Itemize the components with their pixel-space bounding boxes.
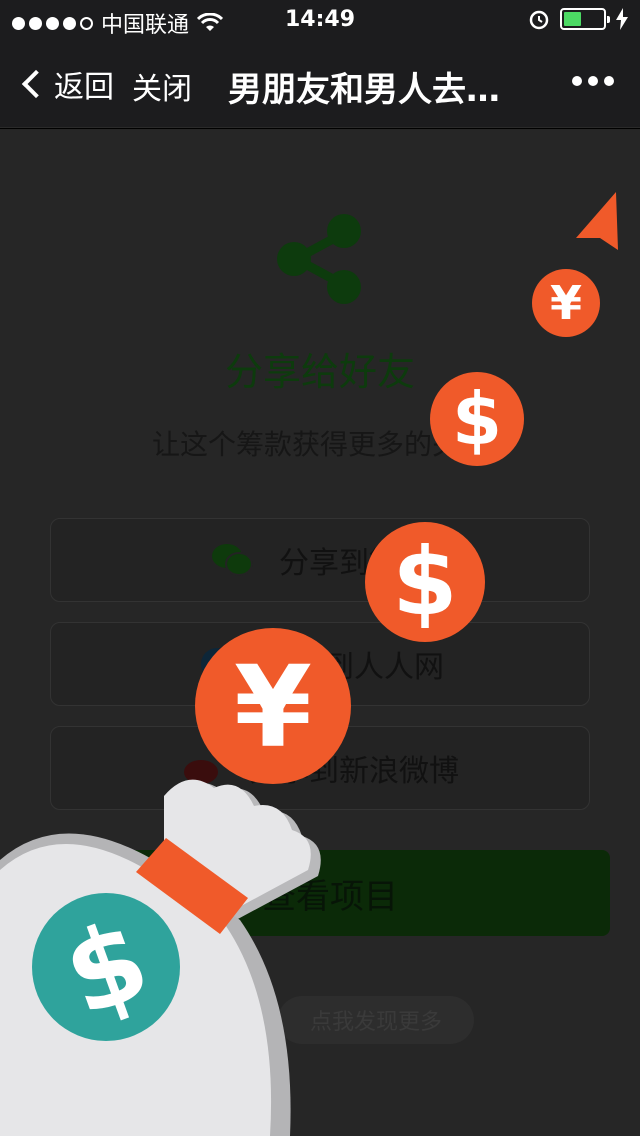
share-subtitle: 让这个筹款获得更多的关注 — [151, 428, 488, 461]
share-renren-button[interactable]: 分享到人人网 — [50, 622, 590, 706]
share-icon — [277, 214, 361, 304]
share-option-label: 分享到微信 — [279, 546, 429, 581]
share-weibo-button[interactable]: 分享到新浪微博 — [50, 726, 590, 810]
nav-bar: 返回 关闭 男朋友和男人去… — [0, 40, 640, 128]
share-option-label: 分享到人人网 — [264, 650, 444, 685]
wechat-icon — [212, 544, 253, 576]
back-button[interactable]: 返回 — [18, 62, 114, 106]
close-button[interactable]: 关闭 — [132, 64, 192, 108]
chevron-left-icon — [21, 69, 51, 99]
share-option-label: 分享到新浪微博 — [249, 754, 459, 789]
back-label: 返回 — [54, 70, 114, 105]
alarm-icon — [529, 10, 549, 30]
charging-bolt-icon — [616, 8, 628, 30]
battery-icon — [560, 8, 610, 30]
view-project-button[interactable]: 查看项目 — [50, 850, 610, 936]
weibo-icon — [184, 760, 218, 784]
share-panel: 分享给好友 让这个筹款获得更多的关注 分享到微信 分享到人人网 分享到新浪微博 … — [0, 129, 640, 1136]
share-title: 分享给好友 — [224, 350, 415, 394]
discover-more-button[interactable]: 点我发现更多 — [278, 996, 474, 1044]
renren-icon — [201, 648, 233, 680]
page-title: 男朋友和男人去… — [228, 70, 500, 110]
status-bar: 中国联通 14:49 — [0, 0, 640, 40]
share-wechat-button[interactable]: 分享到微信 — [50, 518, 590, 602]
more-options-icon[interactable] — [572, 76, 614, 86]
